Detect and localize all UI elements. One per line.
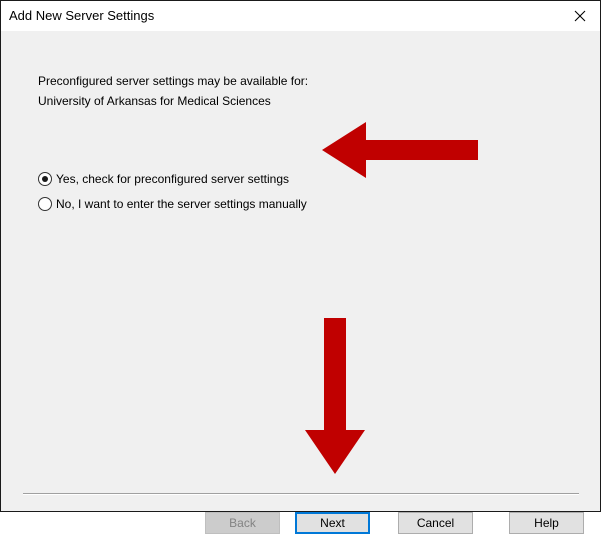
close-button[interactable] <box>560 1 600 31</box>
add-server-settings-dialog: Add New Server Settings Preconfigured se… <box>0 0 601 534</box>
intro-line-1: Preconfigured server settings may be ava… <box>38 74 309 88</box>
yes-radio-button[interactable] <box>38 172 52 186</box>
intro-line-2: University of Arkansas for Medical Scien… <box>38 94 271 108</box>
no-manual-option[interactable]: No, I want to enter the server settings … <box>38 197 307 211</box>
intro-text: Preconfigured server settings may be ava… <box>38 71 308 111</box>
no-option-label: No, I want to enter the server settings … <box>56 197 307 211</box>
help-button[interactable]: Help <box>509 512 584 534</box>
back-button[interactable]: Back <box>205 512 280 534</box>
button-separator <box>23 493 579 495</box>
title-bar: Add New Server Settings <box>1 1 600 31</box>
window-title: Add New Server Settings <box>9 8 155 23</box>
cancel-button[interactable]: Cancel <box>398 512 473 534</box>
yes-option-label: Yes, check for preconfigured server sett… <box>56 172 290 186</box>
dialog-content: Preconfigured server settings may be ava… <box>1 31 600 534</box>
next-button[interactable]: Next <box>295 512 370 534</box>
yes-preconfigured-option[interactable]: Yes, check for preconfigured server sett… <box>38 172 289 186</box>
close-icon <box>574 10 586 22</box>
no-radio-button[interactable] <box>38 197 52 211</box>
